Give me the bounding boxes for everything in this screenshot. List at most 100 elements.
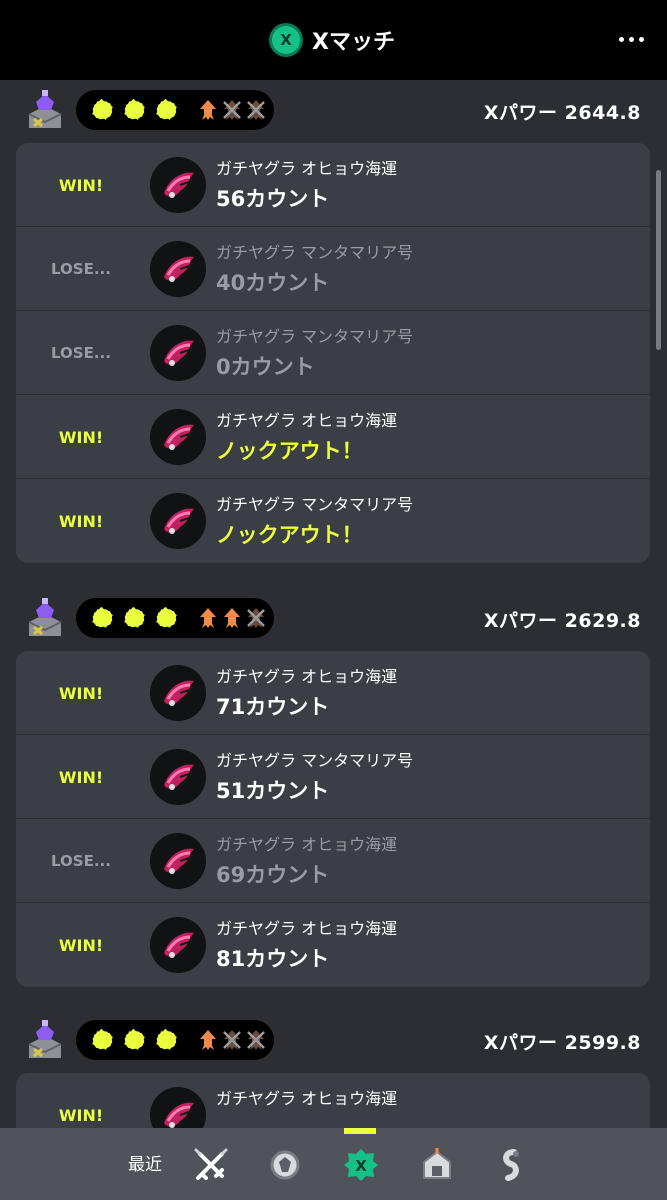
series-progress-pill — [76, 90, 274, 130]
win-splat-icon — [92, 607, 113, 628]
stage-name: ガチヤグラ オヒョウ海運 — [216, 1089, 398, 1108]
count-score: 81カウント — [216, 947, 330, 971]
win-splat-icon — [124, 607, 145, 628]
remaining-squid-icon — [200, 608, 216, 628]
match-row[interactable]: WIN! ガチヤグラ オヒョウ海運 71カウント — [16, 651, 650, 735]
x-badge-letter: X — [280, 31, 292, 49]
page-title-text: Xマッチ — [312, 30, 395, 55]
lost-squid-icon — [223, 1030, 241, 1050]
match-row[interactable]: LOSE... ガチヤグラ オヒョウ海運 69カウント — [16, 819, 650, 903]
win-splat-icon — [92, 99, 113, 120]
stage-name: ガチヤグラ オヒョウ海運 — [216, 411, 398, 430]
match-group-header: Xパワー 2644.8 — [0, 80, 667, 138]
turf-war-icon[interactable] — [492, 1146, 530, 1184]
x-power-value: Xパワー 2629.8 — [483, 610, 641, 632]
stage-name: ガチヤグラ オヒョウ海運 — [216, 919, 398, 938]
match-group: Xパワー 2599.8 WIN! ガチヤグラ オヒョウ海運 — [0, 1010, 667, 1128]
svg-text:X: X — [355, 1157, 367, 1175]
knockout-label: ノックアウト！ — [216, 523, 363, 547]
stage-name: ガチヤグラ オヒョウ海運 — [216, 159, 398, 178]
nav-label-recent: 最近 — [128, 1155, 162, 1175]
count-score: 0カウント — [216, 355, 315, 379]
x-power-value: Xパワー 2599.8 — [483, 1032, 641, 1054]
match-list-card: WIN! ガチヤグラ オヒョウ海運 — [16, 1073, 650, 1128]
win-splat-icon — [156, 607, 177, 628]
result-win-label: WIN! — [58, 935, 104, 955]
match-row[interactable]: WIN! ガチヤグラ オヒョウ海運 — [16, 1073, 650, 1128]
match-row[interactable]: LOSE... ガチヤグラ マンタマリア号 40カウント — [16, 227, 650, 311]
count-score: 51カウント — [216, 779, 330, 803]
match-row[interactable]: WIN! ガチヤグラ オヒョウ海運 56カウント — [16, 143, 650, 227]
x-match-badge-icon: X — [272, 26, 301, 54]
weapon-icon — [150, 833, 206, 889]
stage-name: ガチヤグラ マンタマリア号 — [216, 327, 414, 346]
win-splat-icon — [156, 1029, 177, 1050]
lost-squid-icon — [223, 100, 241, 120]
stage-name: ガチヤグラ オヒョウ海運 — [216, 835, 398, 854]
result-win-label: WIN! — [58, 683, 104, 703]
win-splat-icon — [124, 1029, 145, 1050]
page-title: X Xマッチ — [272, 24, 395, 56]
x-rank-crown-icon — [24, 596, 66, 640]
result-lose-label: LOSE... — [51, 260, 111, 278]
weapon-icon — [150, 665, 206, 721]
lost-squid-icon — [247, 1030, 265, 1050]
scrollbar[interactable] — [656, 170, 661, 350]
result-win-label: WIN! — [58, 767, 104, 787]
match-row[interactable]: LOSE... ガチヤグラ マンタマリア号 0カウント — [16, 311, 650, 395]
result-lose-label: LOSE... — [51, 852, 111, 870]
private-battle-icon[interactable] — [418, 1146, 456, 1184]
count-score: 71カウント — [216, 695, 330, 719]
more-dots-icon[interactable] — [613, 24, 649, 54]
win-splat-icon — [156, 99, 177, 120]
result-win-label: WIN! — [58, 427, 104, 447]
weapon-icon — [150, 241, 206, 297]
lost-squid-icon — [247, 608, 265, 628]
recent-battles-icon[interactable] — [192, 1146, 230, 1184]
stage-name: ガチヤグラ マンタマリア号 — [216, 495, 414, 514]
series-progress-pill — [76, 598, 274, 638]
stage-name: ガチヤグラ マンタマリア号 — [216, 751, 414, 770]
x-match-icon[interactable]: X — [342, 1146, 380, 1184]
win-splat-icon — [124, 99, 145, 120]
match-group: Xパワー 2644.8 WIN! ガチヤグラ オヒョウ海運 56カウント LOSE...… — [0, 80, 667, 563]
x-rank-crown-icon — [24, 1018, 66, 1062]
result-win-label: WIN! — [58, 1105, 104, 1125]
remaining-squid-icon — [224, 608, 240, 628]
lost-squid-icon — [247, 100, 265, 120]
stage-name: ガチヤグラ オヒョウ海運 — [216, 667, 398, 686]
weapon-icon — [150, 325, 206, 381]
win-splat-icon — [92, 1029, 113, 1050]
match-row[interactable]: WIN! ガチヤグラ マンタマリア号 51カウント — [16, 735, 650, 819]
count-score: 40カウント — [216, 271, 330, 295]
match-list-card: WIN! ガチヤグラ オヒョウ海運 71カウント WIN! ガチヤグラ マンタマリア号 5… — [16, 651, 650, 987]
weapon-icon — [150, 1087, 206, 1128]
weapon-icon — [150, 493, 206, 549]
series-progress-pill — [76, 1020, 274, 1060]
match-row[interactable]: WIN! ガチヤグラ マンタマリア号ノックアウト！ — [16, 479, 650, 563]
header-bar: X Xマッチ — [0, 0, 667, 80]
match-list-card: WIN! ガチヤグラ オヒョウ海運 56カウント LOSE... ガチヤグラ マンタマリ… — [16, 143, 650, 563]
match-row[interactable]: WIN! ガチヤグラ オヒョウ海運 81カウント — [16, 903, 650, 987]
battle-history-list[interactable]: Xパワー 2644.8 WIN! ガチヤグラ オヒョウ海運 56カウント LOSE...… — [0, 80, 667, 1128]
result-win-label: WIN! — [58, 175, 104, 195]
match-group: Xパワー 2629.8 WIN! ガチヤグラ オヒョウ海運 71カウント WIN! ガチヤ… — [0, 588, 667, 987]
weapon-icon — [150, 749, 206, 805]
remaining-squid-icon — [200, 1030, 216, 1050]
x-rank-crown-icon — [24, 88, 66, 132]
stage-name: ガチヤグラ マンタマリア号 — [216, 243, 414, 262]
weapon-icon — [150, 409, 206, 465]
bankara-match-icon[interactable] — [266, 1146, 304, 1184]
knockout-label: ノックアウト！ — [216, 439, 363, 463]
match-group-header: Xパワー 2629.8 — [0, 588, 667, 646]
weapon-icon — [150, 157, 206, 213]
remaining-squid-icon — [200, 100, 216, 120]
match-row[interactable]: WIN! ガチヤグラ オヒョウ海運ノックアウト！ — [16, 395, 650, 479]
weapon-icon — [150, 917, 206, 973]
x-power-value: Xパワー 2644.8 — [483, 102, 641, 124]
active-tab-marker — [344, 1128, 376, 1134]
result-win-label: WIN! — [58, 511, 104, 531]
bottom-nav: 最近 X — [0, 1128, 667, 1200]
count-score: 56カウント — [216, 187, 330, 211]
match-group-header: Xパワー 2599.8 — [0, 1010, 667, 1068]
